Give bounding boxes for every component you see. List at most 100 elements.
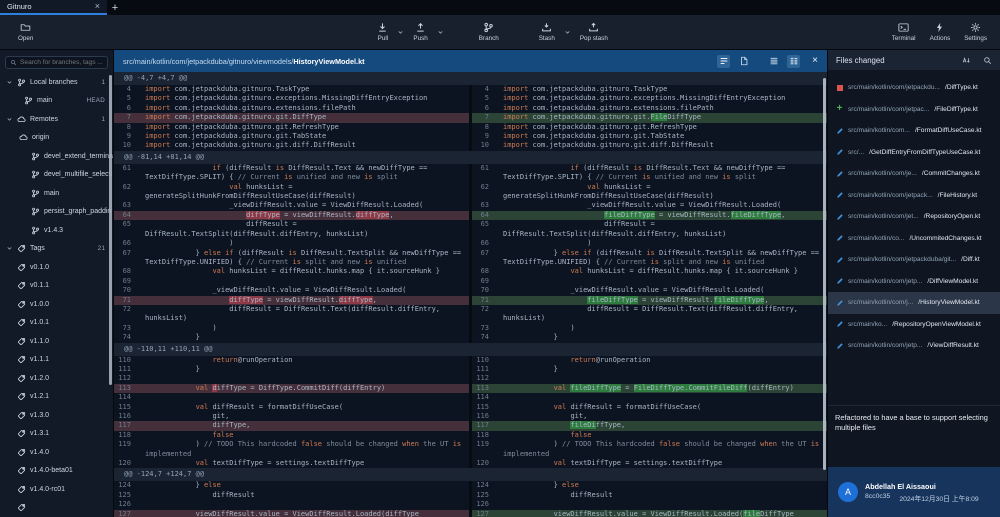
diff-line: 9import com.jetpackduba.gitnuro.git.TabS… bbox=[114, 132, 827, 141]
sidebar-item-remote-branch[interactable]: main bbox=[0, 184, 113, 203]
sidebar-item-remote-branch[interactable]: devel_multifile_selecti bbox=[0, 166, 113, 185]
sidebar-item-tag[interactable]: v0.1.1 bbox=[0, 277, 113, 296]
branch-icon bbox=[24, 96, 33, 105]
file-path-prefix: src/main/kotlin/com/jetpackduba/git... bbox=[848, 256, 956, 263]
sidebar-item-tag[interactable]: v1.0.0 bbox=[0, 295, 113, 314]
sidebar-item-remote-branch[interactable]: v1.4.3 bbox=[0, 221, 113, 240]
file-changed-item[interactable]: src/main/kotlin/com/jetp.../ViewDiffResu… bbox=[828, 335, 1000, 357]
sidebar-item-tag[interactable]: v1.2.1 bbox=[0, 388, 113, 407]
repository-tab[interactable]: Gitnuro × bbox=[0, 0, 107, 15]
line-number: 118 bbox=[114, 431, 136, 440]
file-changed-item[interactable]: src/main/kotlin/com/jetpackduba/git.../D… bbox=[828, 249, 1000, 271]
sidebar-item-tag[interactable]: v1.4.0-rc01 bbox=[0, 480, 113, 499]
new-tab-button[interactable]: + bbox=[107, 0, 123, 15]
file-changed-item[interactable]: src/main/ko.../RepositoryOpenViewModel.k… bbox=[828, 314, 1000, 336]
terminal-button[interactable]: Terminal bbox=[885, 22, 923, 42]
branch-button[interactable]: Branch bbox=[472, 22, 506, 42]
file-changed-item[interactable]: +src/main/kotlin/com/jetpac.../FileDiffT… bbox=[828, 99, 1000, 121]
file-changed-item[interactable]: src/.../GetDiffEntryFromDiffTypeUseCase.… bbox=[828, 142, 1000, 164]
file-path-prefix: src/main/kotlin/com/jetp... bbox=[848, 342, 922, 349]
file-changed-item[interactable]: src/main/kotlin/com/jetpack... /FileHisto… bbox=[828, 185, 1000, 207]
settings-button[interactable]: Settings bbox=[957, 22, 994, 42]
sidebar-item-tag[interactable]: v1.3.1 bbox=[0, 425, 113, 444]
sidebar-item-remote-origin[interactable]: origin bbox=[0, 129, 113, 148]
pull-dropdown-chevron[interactable] bbox=[395, 29, 406, 36]
sidebar-item-remote-branch[interactable]: persist_graph_paddin bbox=[0, 203, 113, 222]
branch-icon bbox=[31, 207, 40, 216]
tag-icon bbox=[17, 411, 26, 420]
line-number: 117 bbox=[472, 421, 494, 430]
file-changed-item[interactable]: src/main/kotlin/com/j.../HistoryViewMode… bbox=[828, 292, 1000, 314]
line-number: 113 bbox=[114, 384, 136, 393]
hunk-header: @@ -124,7 +124,7 @@ bbox=[114, 468, 827, 481]
file-changed-item[interactable]: src/main/kotlin/com.../FormatDiffUseCase… bbox=[828, 120, 1000, 142]
sidebar-scrollbar[interactable] bbox=[109, 75, 112, 385]
file-changed-item[interactable]: src/main/kotlin/co.../UncommitedChanges.… bbox=[828, 228, 1000, 250]
line-number: 111 bbox=[114, 365, 136, 374]
line-number: 66 bbox=[472, 239, 494, 248]
line-number: 68 bbox=[472, 267, 494, 276]
sidebar-item-tag[interactable] bbox=[0, 499, 113, 517]
tab-close-icon[interactable]: × bbox=[95, 2, 100, 11]
line-number: 116 bbox=[114, 412, 136, 421]
diff-line: 67 } else if (diffResult is DiffResult.T… bbox=[114, 249, 827, 268]
close-diff-icon[interactable]: × bbox=[812, 56, 818, 66]
stash-button[interactable]: Stash bbox=[532, 22, 562, 42]
sidebar-item-tag[interactable]: v1.1.1 bbox=[0, 351, 113, 370]
added-file-icon: + bbox=[835, 105, 844, 113]
search-files-icon[interactable] bbox=[983, 56, 992, 65]
diff-line: 61 if (diffResult is DiffResult.Text && … bbox=[114, 164, 827, 183]
sidebar-item-tag[interactable]: v1.2.0 bbox=[0, 369, 113, 388]
pop-stash-button[interactable]: Pop stash bbox=[573, 22, 615, 42]
word-wrap-toggle-icon[interactable] bbox=[717, 55, 730, 68]
chevron-down-icon bbox=[397, 29, 404, 36]
line-number: 6 bbox=[472, 104, 494, 113]
sidebar-item-tag[interactable]: v1.1.0 bbox=[0, 332, 113, 351]
branch-icon bbox=[31, 226, 40, 235]
branch-search-input[interactable] bbox=[20, 59, 103, 66]
split-diff-icon[interactable] bbox=[787, 55, 800, 68]
sidebar-item-tag[interactable]: v1.4.0 bbox=[0, 443, 113, 462]
sidebar-item-tag[interactable]: v1.3.0 bbox=[0, 406, 113, 425]
diff-scrollbar[interactable] bbox=[823, 78, 826, 470]
open-repository-button[interactable]: Open bbox=[11, 15, 40, 49]
sort-files-icon[interactable] bbox=[962, 56, 971, 65]
pull-button[interactable]: Pull bbox=[370, 22, 395, 42]
file-path-prefix: src/main/kotlin/com/jet... bbox=[848, 213, 919, 220]
sidebar-item-remote-branch[interactable]: devel_extend_termina bbox=[0, 147, 113, 166]
stash-dropdown-chevron[interactable] bbox=[562, 29, 573, 36]
sidebar-item-tag[interactable]: v1.4.0-beta01 bbox=[0, 462, 113, 481]
push-button[interactable]: Push bbox=[406, 22, 434, 42]
file-changed-item[interactable]: src/main/kotlin/com/jet.../RepositoryOpe… bbox=[828, 206, 1000, 228]
file-view-icon[interactable] bbox=[737, 55, 750, 68]
file-name: /FileHistory.kt bbox=[938, 192, 977, 199]
line-number: 70 bbox=[472, 286, 494, 295]
branch-search-box[interactable] bbox=[5, 56, 108, 69]
diff-line: 6import com.jetpackduba.gitnuro.extensio… bbox=[114, 104, 827, 113]
diff-line: 116 git,116 git, bbox=[114, 412, 827, 421]
avatar: A bbox=[838, 482, 858, 502]
file-path-prefix: src/main/kotlin/com/jetpack... bbox=[848, 192, 933, 199]
line-number: 68 bbox=[114, 267, 136, 276]
file-changed-item[interactable]: src/main/kotlin/com/jetpackdu.../DiffTyp… bbox=[828, 77, 1000, 99]
file-changed-item[interactable]: src/main/kotlin/com/jetp.../DiffViewMode… bbox=[828, 271, 1000, 293]
line-number: 10 bbox=[114, 141, 136, 150]
sidebar-section-remotes[interactable]: Remotes1 bbox=[0, 110, 113, 129]
branch-icon bbox=[31, 152, 40, 161]
file-path-prefix: src/main/kotlin/com/j... bbox=[848, 299, 913, 306]
actions-button[interactable]: Actions bbox=[923, 22, 958, 42]
sidebar-item-tag[interactable]: v1.0.1 bbox=[0, 314, 113, 333]
deleted-file-icon bbox=[835, 85, 844, 92]
line-number: 111 bbox=[472, 365, 494, 374]
sidebar-section-local-branches[interactable]: Local branches1 bbox=[0, 73, 113, 92]
push-dropdown-chevron[interactable] bbox=[435, 29, 446, 36]
unified-diff-icon[interactable] bbox=[767, 55, 780, 68]
file-changed-item[interactable]: src/main/kotlin/com/je.../CommitChanges.… bbox=[828, 163, 1000, 185]
commit-date: 2024年12月30日 上午8:09 bbox=[899, 493, 978, 503]
branch-icon bbox=[17, 78, 26, 87]
sidebar-item-tag[interactable]: v0.1.0 bbox=[0, 258, 113, 277]
sidebar-item-branch-main[interactable]: mainHEAD bbox=[0, 92, 113, 111]
pull-icon bbox=[377, 22, 388, 33]
line-number: 112 bbox=[114, 374, 136, 383]
sidebar-section-tags[interactable]: Tags21 bbox=[0, 240, 113, 259]
